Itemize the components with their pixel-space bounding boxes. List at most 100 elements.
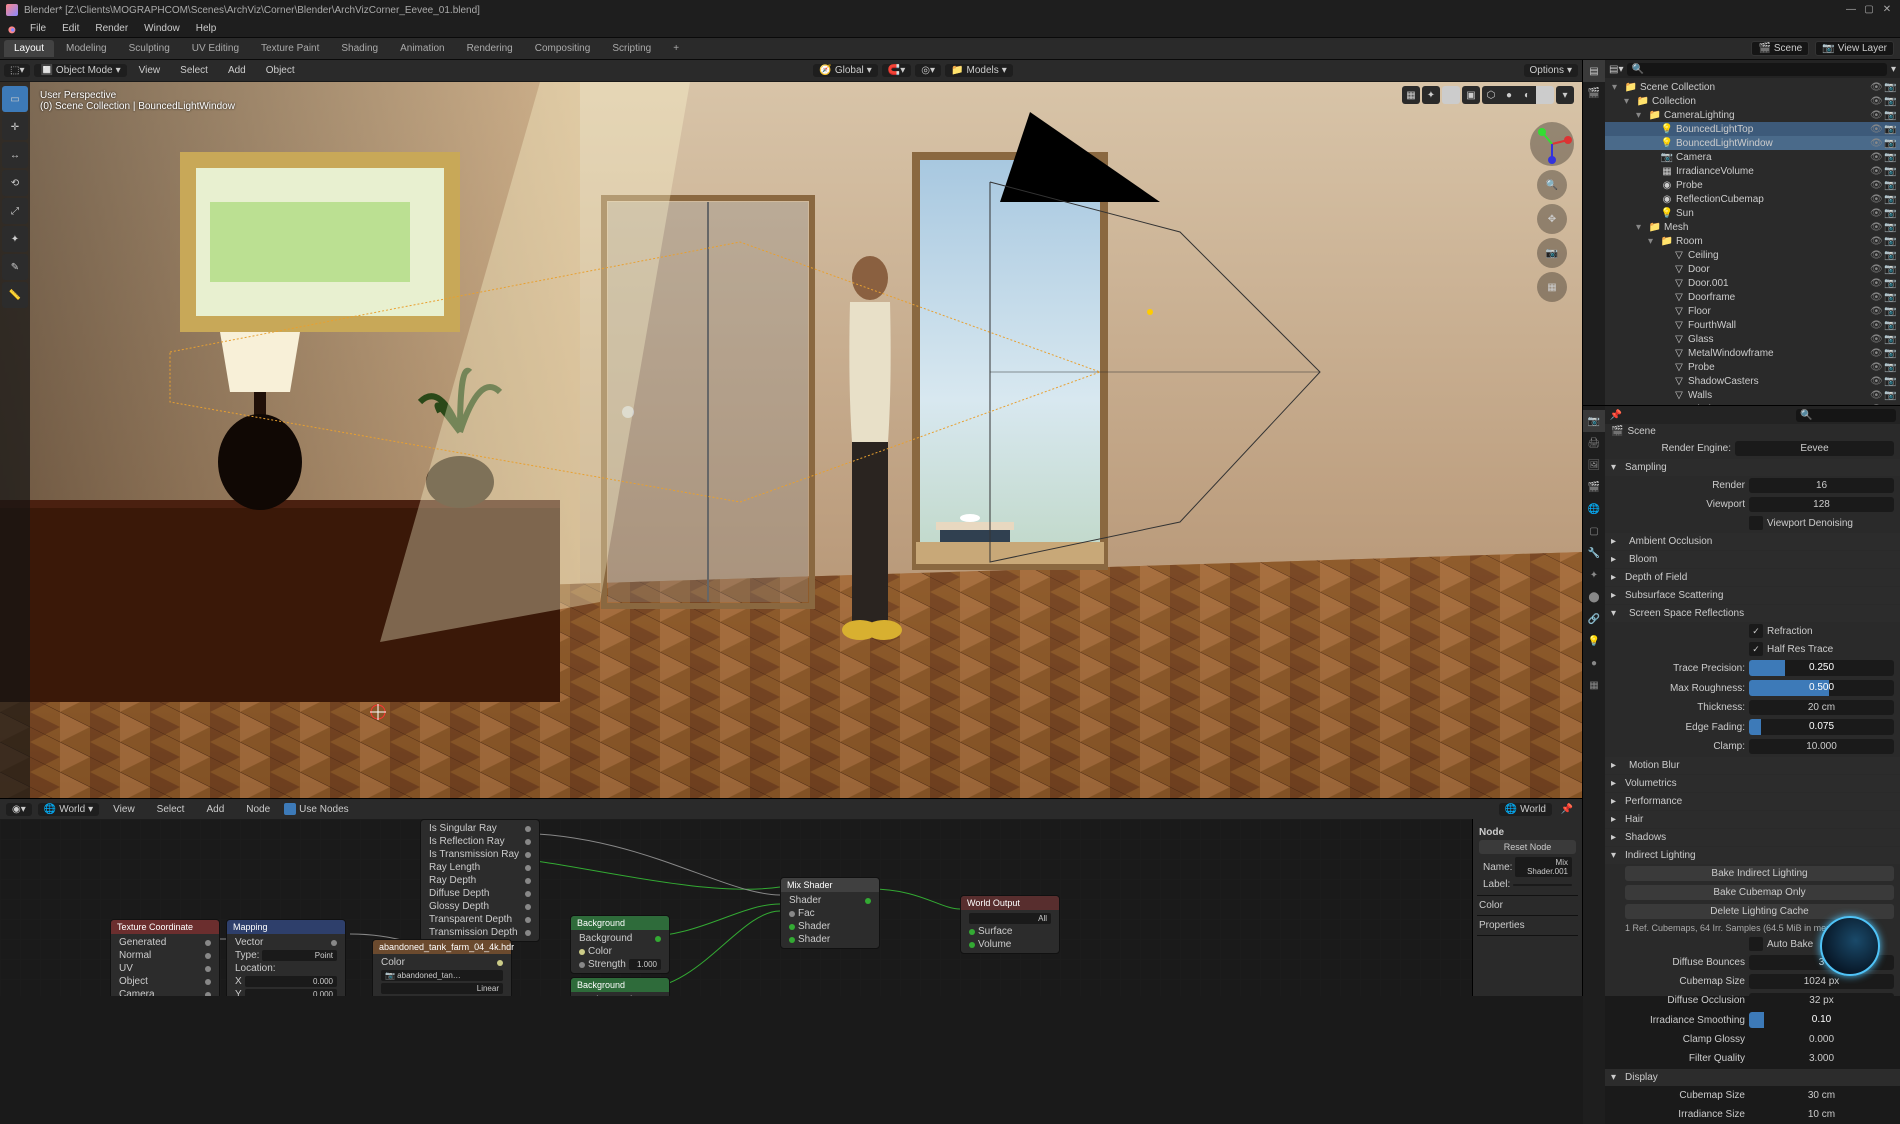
menu-file[interactable]: File: [22, 23, 54, 34]
visibility-toggle-icon[interactable]: 👁: [1870, 250, 1882, 261]
tool-measure[interactable]: 📏: [2, 282, 28, 308]
workspace-tab-texturepaint[interactable]: Texture Paint: [251, 40, 329, 57]
panel-hair[interactable]: ▸Hair: [1605, 811, 1900, 828]
prop-tab-constraints[interactable]: 🔗: [1583, 608, 1605, 630]
bake-cubemap-button[interactable]: Bake Cubemap Only: [1625, 885, 1894, 900]
outliner-row[interactable]: ▽ShadowCasters👁📷: [1605, 374, 1900, 388]
workspace-tab-sculpting[interactable]: Sculpting: [119, 40, 180, 57]
tool-cursor[interactable]: ✛: [2, 114, 28, 140]
vp-overlays-icon[interactable]: ◑: [1442, 86, 1460, 104]
visibility-toggle-icon[interactable]: 👁: [1870, 320, 1882, 331]
outliner-search[interactable]: 🔍: [1627, 63, 1887, 76]
visibility-toggle-icon[interactable]: 👁: [1870, 334, 1882, 345]
outliner-row[interactable]: ▽WindowTreatment👁📷: [1605, 402, 1900, 405]
visibility-toggle-icon[interactable]: 📷: [1884, 250, 1896, 261]
visibility-toggle-icon[interactable]: 👁: [1870, 96, 1882, 107]
visibility-toggle-icon[interactable]: 📷: [1884, 236, 1896, 247]
visibility-toggle-icon[interactable]: 📷: [1884, 194, 1896, 205]
outliner-tree[interactable]: ▾📁Scene Collection👁📷▾📁Collection👁📷▾📁Came…: [1605, 78, 1900, 405]
ns-props-header[interactable]: Properties: [1479, 920, 1525, 931]
visibility-toggle-icon[interactable]: 👁: [1870, 166, 1882, 177]
ns-color-header[interactable]: Color: [1479, 900, 1503, 911]
outliner-row[interactable]: ▽Door👁📷: [1605, 262, 1900, 276]
visibility-toggle-icon[interactable]: 👁: [1870, 362, 1882, 373]
prop-tab-texture[interactable]: ▦: [1583, 674, 1605, 696]
visibility-toggle-icon[interactable]: 📷: [1884, 292, 1896, 303]
outliner-row[interactable]: ▽Door.001👁📷: [1605, 276, 1900, 290]
vp-menu-view[interactable]: View: [131, 65, 169, 76]
ssr-clamp[interactable]: 10.000: [1749, 739, 1894, 754]
workspace-tab-scripting[interactable]: Scripting: [602, 40, 661, 57]
panel-shadows[interactable]: ▸Shadows: [1605, 829, 1900, 846]
shading-dropdown-icon[interactable]: ▾: [1556, 86, 1574, 104]
visibility-toggle-icon[interactable]: 📷: [1884, 390, 1896, 401]
panel-display[interactable]: ▾Display: [1605, 1069, 1900, 1086]
outliner-row[interactable]: ▾📁Collection👁📷: [1605, 94, 1900, 108]
panel-perf[interactable]: ▸Performance: [1605, 793, 1900, 810]
shading-matprev[interactable]: ◐: [1518, 86, 1536, 104]
visibility-toggle-icon[interactable]: 📷: [1884, 320, 1896, 331]
viewport-denoise-check[interactable]: [1749, 516, 1763, 530]
prop-tab-particles[interactable]: ✦: [1583, 564, 1605, 586]
visibility-toggle-icon[interactable]: 📷: [1884, 222, 1896, 233]
visibility-toggle-icon[interactable]: 👁: [1870, 82, 1882, 93]
vp-menu-select[interactable]: Select: [172, 65, 216, 76]
outliner-row[interactable]: ▾📁Room👁📷: [1605, 234, 1900, 248]
irr-smoothing-slider[interactable]: 0.10: [1749, 1012, 1894, 1028]
visibility-toggle-icon[interactable]: 👁: [1870, 236, 1882, 247]
node-background-2[interactable]: Background Background Color Strength12.0…: [570, 977, 670, 996]
visibility-toggle-icon[interactable]: 📷: [1884, 166, 1896, 177]
menu-help[interactable]: Help: [188, 23, 225, 34]
node-texcoord[interactable]: Texture Coordinate Generated Normal UV O…: [110, 919, 220, 996]
workspace-tab-animation[interactable]: Animation: [390, 40, 454, 57]
window-maximize-button[interactable]: ▢: [1862, 3, 1876, 17]
ssr-halfres-check[interactable]: [1749, 642, 1763, 656]
menu-render[interactable]: Render: [87, 23, 136, 34]
ssr-maxrough-slider[interactable]: 0.500: [1749, 680, 1894, 696]
visibility-toggle-icon[interactable]: 👁: [1870, 194, 1882, 205]
window-close-button[interactable]: ✕: [1880, 3, 1894, 17]
prop-tab-physics[interactable]: ⬤: [1583, 586, 1605, 608]
persp-toggle-icon[interactable]: ▦: [1537, 272, 1567, 302]
viewlayer-dropdown[interactable]: 📷 View Layer: [1815, 41, 1894, 56]
ns-name-field[interactable]: Mix Shader.001: [1515, 857, 1572, 877]
window-minimize-button[interactable]: —: [1844, 3, 1858, 17]
ssr-thickness[interactable]: 20 cm: [1749, 700, 1894, 715]
outliner-row[interactable]: ◉Probe👁📷: [1605, 178, 1900, 192]
vp-menu-object[interactable]: Object: [258, 65, 303, 76]
visibility-toggle-icon[interactable]: 📷: [1884, 110, 1896, 121]
disp-cubemap-size[interactable]: 30 cm: [1749, 1088, 1894, 1103]
outliner-row[interactable]: ▽Floor👁📷: [1605, 304, 1900, 318]
workspace-tab-uvediting[interactable]: UV Editing: [182, 40, 249, 57]
render-engine-dropdown[interactable]: Eevee: [1735, 441, 1894, 456]
node-mixshader[interactable]: Mix Shader Shader Fac Shader Shader: [780, 877, 880, 949]
outliner-row[interactable]: ◉ReflectionCubemap👁📷: [1605, 192, 1900, 206]
prop-tab-render[interactable]: 📷: [1583, 410, 1605, 432]
visibility-toggle-icon[interactable]: 📷: [1884, 138, 1896, 149]
workspace-tab-rendering[interactable]: Rendering: [457, 40, 523, 57]
visibility-toggle-icon[interactable]: 👁: [1870, 348, 1882, 359]
outliner-row[interactable]: ▾📁Scene Collection👁📷: [1605, 80, 1900, 94]
editor-type-dropdown[interactable]: ⬚▾: [4, 64, 30, 77]
mode-dropdown[interactable]: 🔲 Object Mode ▾: [34, 64, 126, 77]
panel-mblur[interactable]: ▸Motion Blur: [1605, 757, 1900, 774]
visibility-toggle-icon[interactable]: 📷: [1884, 348, 1896, 359]
ns-reset-button[interactable]: Reset Node: [1479, 840, 1576, 854]
panel-bloom[interactable]: ▸Bloom: [1605, 551, 1900, 568]
vp-menu-add[interactable]: Add: [220, 65, 254, 76]
outliner-row[interactable]: 💡BouncedLightWindow👁📷: [1605, 136, 1900, 150]
pan-gizmo-icon[interactable]: ✥: [1537, 204, 1567, 234]
autobake-check[interactable]: [1749, 937, 1763, 951]
visibility-toggle-icon[interactable]: 📷: [1884, 152, 1896, 163]
visibility-toggle-icon[interactable]: 👁: [1870, 390, 1882, 401]
menu-edit[interactable]: Edit: [54, 23, 87, 34]
orbit-gizmo[interactable]: [1530, 122, 1574, 166]
ne-menu-node[interactable]: Node: [238, 804, 278, 815]
prop-tab-viewlayer[interactable]: 🖼: [1583, 454, 1605, 476]
visibility-toggle-icon[interactable]: 📷: [1884, 278, 1896, 289]
bake-indirect-button[interactable]: Bake Indirect Lighting: [1625, 866, 1894, 881]
ne-menu-select[interactable]: Select: [149, 804, 193, 815]
disp-irradiance-size[interactable]: 10 cm: [1749, 1107, 1894, 1122]
visibility-toggle-icon[interactable]: 📷: [1884, 376, 1896, 387]
node-worldoutput[interactable]: World Output All Surface Volume: [960, 895, 1060, 954]
